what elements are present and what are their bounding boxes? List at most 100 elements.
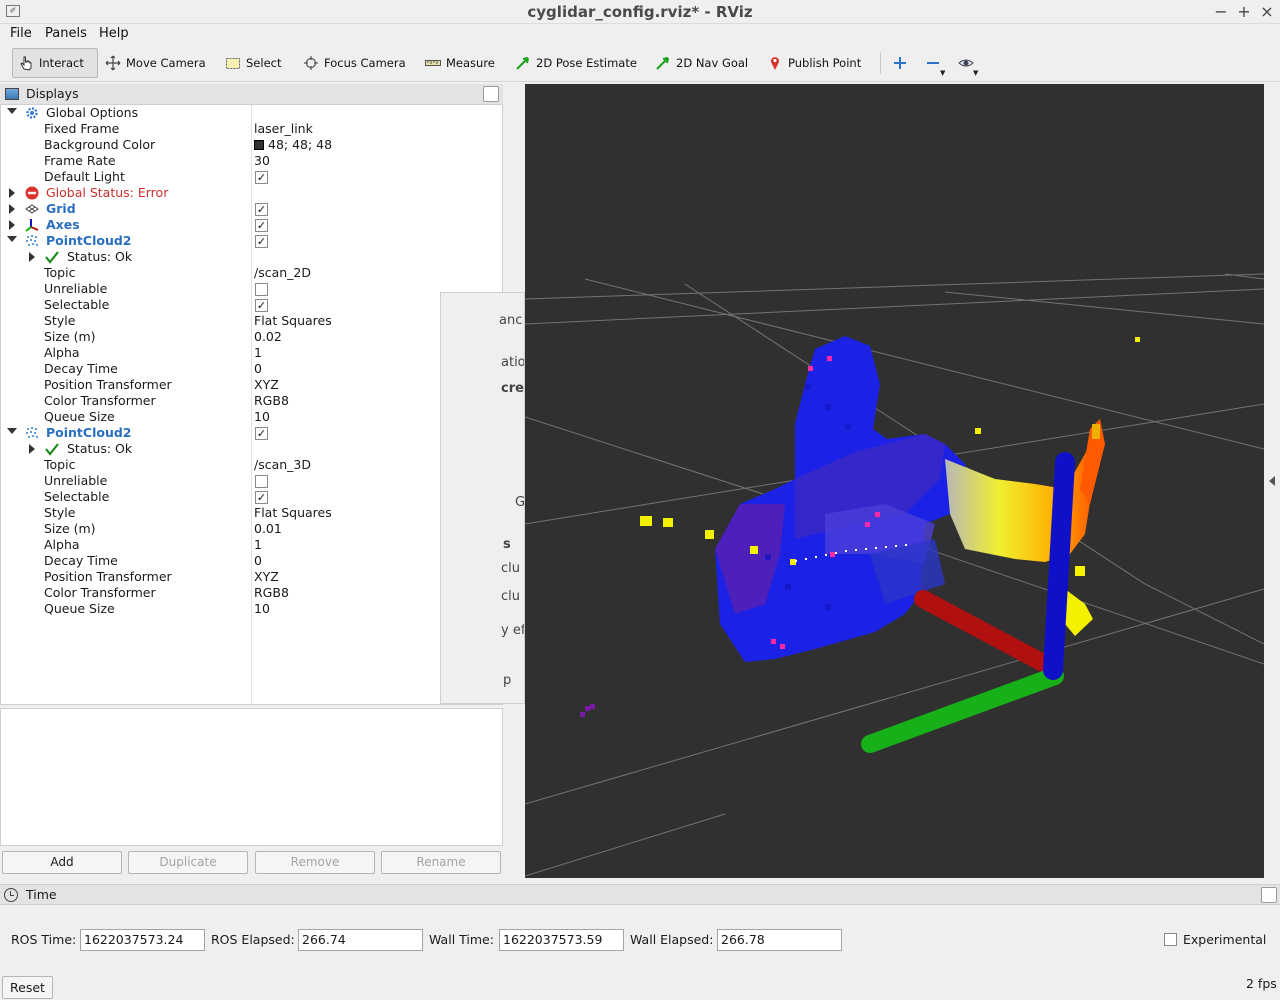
prop-value[interactable]: 0.02: [254, 329, 282, 345]
add-tool-button[interactable]: [889, 48, 911, 78]
prop-value[interactable]: 30: [254, 153, 270, 169]
tree-row-status[interactable]: Status: Ok: [1, 249, 502, 265]
expand-arrow-icon[interactable]: [9, 204, 15, 214]
ros-elapsed-field[interactable]: 266.74: [298, 929, 423, 951]
prop-topic[interactable]: Topic /scan_3D: [1, 457, 502, 473]
expand-views-icon[interactable]: [1269, 476, 1275, 486]
tool-interact[interactable]: Interact: [12, 48, 98, 78]
rename-display-button[interactable]: Rename: [381, 851, 501, 874]
prop-color-transformer[interactable]: Color Transformer RGB8: [1, 585, 502, 601]
views-panel-collapsed[interactable]: [1264, 84, 1280, 878]
prop-value[interactable]: XYZ: [254, 569, 279, 585]
prop-queue-size[interactable]: Queue Size 10: [1, 409, 502, 425]
tree-row-grid[interactable]: Grid ✓: [1, 201, 502, 217]
menu-panels[interactable]: Panels: [45, 26, 87, 41]
expand-arrow-icon[interactable]: [7, 236, 17, 242]
prop-unreliable[interactable]: Unreliable: [1, 281, 502, 297]
prop-value[interactable]: RGB8: [254, 393, 289, 409]
prop-value[interactable]: XYZ: [254, 377, 279, 393]
expand-arrow-icon[interactable]: [7, 108, 17, 114]
prop-frame-rate[interactable]: Frame Rate 30: [1, 153, 502, 169]
prop-value[interactable]: 10: [254, 601, 270, 617]
menu-file[interactable]: File: [10, 26, 32, 41]
prop-value[interactable]: laser_link: [254, 121, 313, 137]
unreliable-checkbox[interactable]: [255, 283, 268, 296]
prop-position-transformer[interactable]: Position Transformer XYZ: [1, 569, 502, 585]
tree-row-pointcloud2[interactable]: PointCloud2 ✓: [1, 425, 502, 441]
prop-value[interactable]: /scan_3D: [254, 457, 311, 473]
tree-row-axes[interactable]: Axes ✓: [1, 217, 502, 233]
prop-selectable[interactable]: Selectable ✓: [1, 297, 502, 313]
prop-value[interactable]: /scan_2D: [254, 265, 311, 281]
wall-elapsed-field[interactable]: 266.78: [717, 929, 842, 951]
wall-time-field[interactable]: 1622037573.59: [499, 929, 624, 951]
prop-alpha[interactable]: Alpha 1: [1, 345, 502, 361]
selectable-checkbox[interactable]: ✓: [255, 299, 268, 312]
prop-value[interactable]: 48; 48; 48: [254, 137, 332, 153]
prop-decay-time[interactable]: Decay Time 0: [1, 361, 502, 377]
pointcloud-enabled-checkbox[interactable]: ✓: [255, 235, 268, 248]
prop-background-color[interactable]: Background Color 48; 48; 48: [1, 137, 502, 153]
render-3d-view[interactable]: [525, 84, 1264, 878]
expand-arrow-icon[interactable]: [7, 428, 17, 434]
tool-move-camera[interactable]: Move Camera: [100, 48, 211, 78]
prop-selectable[interactable]: Selectable ✓: [1, 489, 502, 505]
prop-color-transformer[interactable]: Color Transformer RGB8: [1, 393, 502, 409]
tool-2d-nav-goal[interactable]: 2D Nav Goal: [650, 48, 753, 78]
prop-alpha[interactable]: Alpha 1: [1, 537, 502, 553]
prop-value[interactable]: 10: [254, 409, 270, 425]
prop-style[interactable]: Style Flat Squares: [1, 313, 502, 329]
prop-decay-time[interactable]: Decay Time 0: [1, 553, 502, 569]
default-light-checkbox[interactable]: ✓: [255, 171, 268, 184]
expand-arrow-icon[interactable]: [29, 252, 35, 262]
chevron-down-icon[interactable]: ▼: [940, 69, 945, 77]
tree-row-pointcloud2[interactable]: PointCloud2 ✓: [1, 233, 502, 249]
prop-value[interactable]: 1: [254, 345, 262, 361]
prop-queue-size[interactable]: Queue Size 10: [1, 601, 502, 617]
ros-time-field[interactable]: 1622037573.24: [80, 929, 205, 951]
expand-arrow-icon[interactable]: [9, 220, 15, 230]
prop-unreliable[interactable]: Unreliable: [1, 473, 502, 489]
prop-size[interactable]: Size (m) 0.01: [1, 521, 502, 537]
tool-2d-pose-estimate[interactable]: 2D Pose Estimate: [510, 48, 642, 78]
prop-fixed-frame[interactable]: Fixed Frame laser_link: [1, 121, 502, 137]
tree-row-status[interactable]: Status: Ok: [1, 441, 502, 457]
prop-value[interactable]: 0.01: [254, 521, 282, 537]
maximize-icon[interactable]: +: [1233, 1, 1255, 23]
tool-focus-camera[interactable]: Focus Camera: [298, 48, 411, 78]
remove-display-button[interactable]: Remove: [255, 851, 375, 874]
reset-button[interactable]: Reset: [2, 976, 53, 999]
axes-enabled-checkbox[interactable]: ✓: [255, 219, 268, 232]
prop-position-transformer[interactable]: Position Transformer XYZ: [1, 377, 502, 393]
pointcloud-enabled-checkbox[interactable]: ✓: [255, 427, 268, 440]
prop-value[interactable]: Flat Squares: [254, 505, 332, 521]
unreliable-checkbox[interactable]: [255, 475, 268, 488]
selectable-checkbox[interactable]: ✓: [255, 491, 268, 504]
close-icon[interactable]: ×: [1256, 1, 1278, 23]
prop-value[interactable]: 0: [254, 361, 262, 377]
render-canvas[interactable]: [525, 84, 1264, 878]
prop-value[interactable]: RGB8: [254, 585, 289, 601]
grid-enabled-checkbox[interactable]: ✓: [255, 203, 268, 216]
tree-row-global-options[interactable]: Global Options: [1, 105, 502, 121]
color-swatch[interactable]: [254, 140, 264, 150]
prop-value[interactable]: 1: [254, 537, 262, 553]
panel-float-button[interactable]: [1261, 887, 1277, 903]
prop-size[interactable]: Size (m) 0.02: [1, 329, 502, 345]
tree-row-global-status[interactable]: Global Status: Error: [1, 185, 502, 201]
panel-float-button[interactable]: [483, 86, 499, 102]
tool-select[interactable]: Select: [220, 48, 286, 78]
menu-help[interactable]: Help: [99, 26, 129, 41]
chevron-down-icon[interactable]: ▼: [973, 69, 978, 77]
duplicate-display-button[interactable]: Duplicate: [128, 851, 248, 874]
prop-topic[interactable]: Topic /scan_2D: [1, 265, 502, 281]
tool-measure[interactable]: Measure: [420, 48, 500, 78]
tool-publish-point[interactable]: Publish Point: [762, 48, 866, 78]
minimize-icon[interactable]: −: [1210, 1, 1232, 23]
expand-arrow-icon[interactable]: [9, 188, 15, 198]
experimental-checkbox[interactable]: [1164, 933, 1177, 946]
prop-value[interactable]: 0: [254, 553, 262, 569]
expand-arrow-icon[interactable]: [29, 444, 35, 454]
prop-default-light[interactable]: Default Light ✓: [1, 169, 502, 185]
prop-style[interactable]: Style Flat Squares: [1, 505, 502, 521]
